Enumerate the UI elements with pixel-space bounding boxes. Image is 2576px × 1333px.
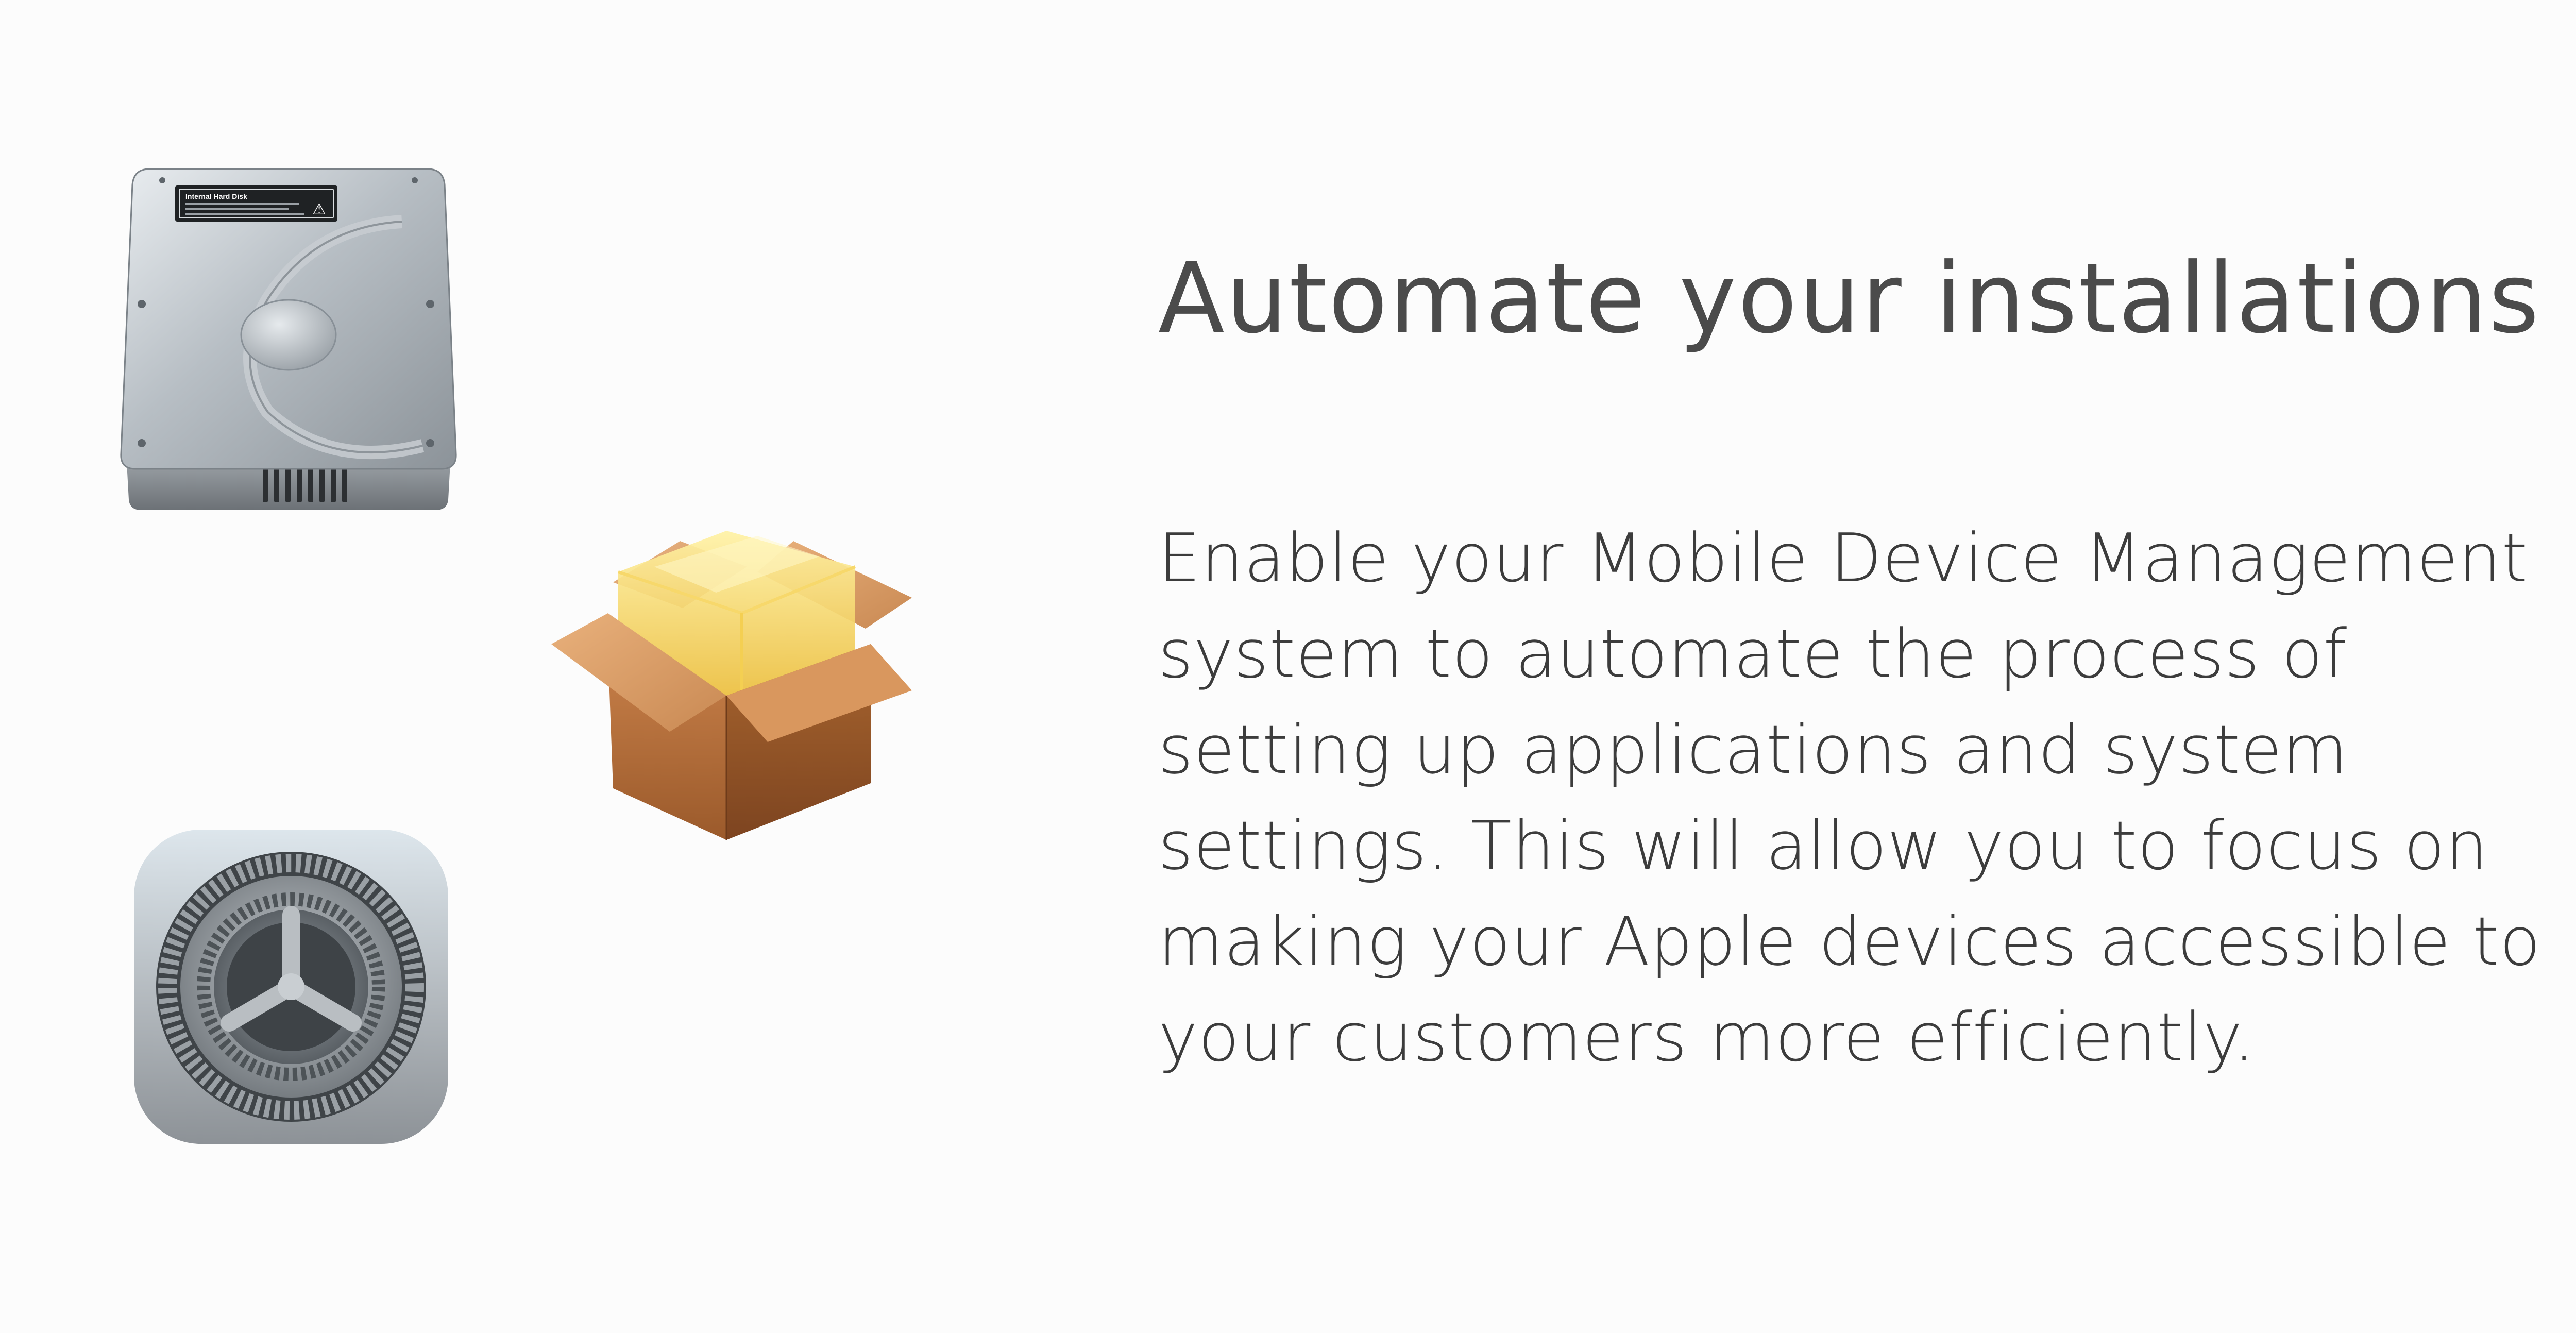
- section-description: Enable your Mobile Device Management sys…: [1158, 519, 2541, 1076]
- system-preferences-icon: [134, 830, 448, 1144]
- section-title: Automate your installations: [1158, 242, 2541, 355]
- drive-label-title: Internal Hard Disk: [185, 192, 247, 200]
- hard-drive-icon: Internal Hard Disk ⚠: [120, 168, 457, 510]
- warning-icon: ⚠: [312, 200, 326, 218]
- installer-package-icon: [551, 531, 912, 840]
